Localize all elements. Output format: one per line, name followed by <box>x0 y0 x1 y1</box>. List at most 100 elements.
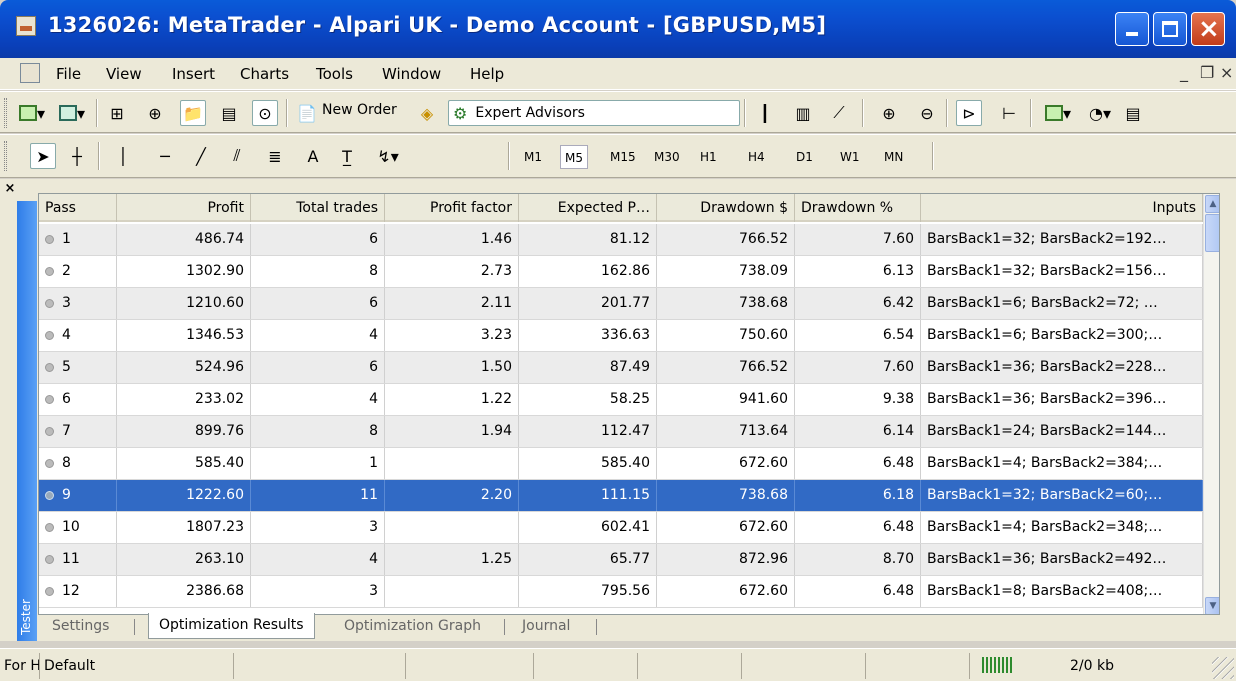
table-row[interactable]: 12 2386.68 3 795.56 672.60 6.48 BarsBack1=8; B… <box>39 576 1203 608</box>
text-button[interactable]: A <box>300 143 326 169</box>
vertical-line-button[interactable]: │ <box>110 143 136 169</box>
timeframe-h4[interactable]: H4 <box>744 145 769 169</box>
close-button[interactable]: × <box>1191 12 1225 46</box>
table-row[interactable]: 2 1302.90 8 2.73 162.86 738.09 6.13 BarsBack1=3… <box>39 256 1203 288</box>
table-row[interactable]: 1 486.74 6 1.46 81.12 766.52 7.60 BarsBack1=32;… <box>39 224 1203 256</box>
tab-journal[interactable]: Journal <box>512 615 580 639</box>
timeframe-w1[interactable]: W1 <box>836 145 864 169</box>
crosshair-button[interactable]: ┼ <box>64 143 90 169</box>
expert-advisors-button[interactable]: ⚙ Expert Advisors <box>448 100 740 126</box>
new-order-icon-button[interactable]: 📄 <box>294 100 320 126</box>
menu-bar: File View Insert Charts Tools Window Hel… <box>0 58 1236 90</box>
pass-number: 11 <box>62 551 80 567</box>
terminal-button[interactable]: ▤ <box>216 100 242 126</box>
timeframe-m30[interactable]: M30 <box>650 145 684 169</box>
toolbar-grip[interactable] <box>4 141 7 171</box>
tab-optimization-results[interactable]: Optimization Results <box>148 613 315 639</box>
title-bar[interactable]: 1326026: MetaTrader - Alpari UK - Demo A… <box>0 0 1236 58</box>
timeframe-h1[interactable]: H1 <box>696 145 721 169</box>
column-header-expected-payoff[interactable]: Expected P… <box>519 194 657 222</box>
line-chart-button[interactable]: ⟋ <box>826 100 852 126</box>
fibonacci-icon: ≣ <box>268 146 282 166</box>
navigator-button[interactable]: 📁 <box>180 100 206 126</box>
fibonacci-button[interactable]: ≣ <box>262 143 288 169</box>
maximize-button[interactable] <box>1153 12 1187 46</box>
data-window-button[interactable]: ⊕ <box>142 100 168 126</box>
menu-file[interactable]: File <box>56 65 81 83</box>
table-row[interactable]: 10 1807.23 3 602.41 672.60 6.48 BarsBack1=4; B… <box>39 512 1203 544</box>
channel-icon: ⫽ <box>233 146 241 165</box>
minimize-button[interactable] <box>1115 12 1149 46</box>
table-row[interactable]: 7 899.76 8 1.94 112.47 713.64 6.14 BarsBack1=24… <box>39 416 1203 448</box>
cell-expected-payoff: 65.77 <box>519 544 657 575</box>
table-row[interactable]: 8 585.40 1 585.40 672.60 6.48 BarsBack1=4; Bar… <box>39 448 1203 480</box>
table-row[interactable]: 5 524.96 6 1.50 87.49 766.52 7.60 BarsBack1=36;… <box>39 352 1203 384</box>
pass-number: 9 <box>62 487 71 503</box>
indicators-button[interactable]: ▾ <box>1040 100 1076 126</box>
menu-view[interactable]: View <box>106 65 142 83</box>
tester-side-tab[interactable]: Tester <box>17 201 37 641</box>
column-header-inputs[interactable]: Inputs <box>921 194 1203 222</box>
column-header-drawdown-usd[interactable]: Drawdown $ <box>657 194 795 222</box>
zoom-out-button[interactable]: ⊖ <box>914 100 940 126</box>
timeframe-m15[interactable]: M15 <box>606 145 640 169</box>
menu-charts[interactable]: Charts <box>240 65 289 83</box>
cell-drawdown-usd: 738.09 <box>657 256 795 287</box>
table-row[interactable]: 6 233.02 4 1.22 58.25 941.60 9.38 BarsBack1=36;… <box>39 384 1203 416</box>
zoom-in-button[interactable]: ⊕ <box>876 100 902 126</box>
toolbar-grip[interactable] <box>4 98 7 128</box>
equidistant-channel-button[interactable]: ⫽ <box>224 143 250 169</box>
column-header-profit[interactable]: Profit <box>117 194 251 222</box>
table-row[interactable]: 11 263.10 4 1.25 65.77 872.96 8.70 BarsBack1=36… <box>39 544 1203 576</box>
profiles-button[interactable]: ▾ <box>54 100 90 126</box>
cell-profit: 233.02 <box>117 384 251 415</box>
scroll-up-icon[interactable]: ▲ <box>1205 195 1219 213</box>
candlestick-button[interactable]: ▥ <box>790 100 816 126</box>
auto-scroll-button[interactable]: ⊳ <box>956 100 982 126</box>
strategy-tester-button[interactable]: ⊙ <box>252 100 278 126</box>
table-row[interactable]: 9 1222.60 11 2.20 111.15 738.68 6.18 BarsBack1=… <box>39 480 1203 512</box>
periodicity-button[interactable]: ◔ ▾ <box>1082 100 1118 126</box>
menu-tools[interactable]: Tools <box>316 65 353 83</box>
column-header-profit-factor[interactable]: Profit factor <box>385 194 519 222</box>
menu-insert[interactable]: Insert <box>172 65 215 83</box>
new-chart-button[interactable]: ▾ <box>14 100 50 126</box>
templates-button[interactable]: ▤ <box>1120 100 1146 126</box>
column-header-total-trades[interactable]: Total trades <box>251 194 385 222</box>
column-header-drawdown-pct[interactable]: Drawdown % <box>795 194 921 222</box>
tab-optimization-graph[interactable]: Optimization Graph <box>334 615 491 639</box>
table-row[interactable]: 3 1210.60 6 2.11 201.77 738.68 6.42 BarsBack1=6… <box>39 288 1203 320</box>
metaeditor-button[interactable]: ◈ <box>414 100 440 126</box>
panel-close-icon[interactable]: × <box>2 181 18 197</box>
resize-grip-icon[interactable] <box>1212 657 1234 679</box>
vertical-scrollbar[interactable]: ▲ ▼ <box>1203 194 1219 614</box>
market-watch-button[interactable]: ⊞ <box>104 100 130 126</box>
menu-help[interactable]: Help <box>470 65 504 83</box>
cell-pass: 1 <box>39 224 117 255</box>
scroll-thumb[interactable] <box>1205 214 1219 252</box>
timeframe-m5[interactable]: M5 <box>560 145 588 169</box>
document-icon[interactable] <box>20 63 40 83</box>
new-order-button[interactable]: New Order <box>322 102 397 118</box>
timeframe-mn[interactable]: MN <box>880 145 907 169</box>
profiles-icon <box>58 105 77 121</box>
table-row[interactable]: 4 1346.53 4 3.23 336.63 750.60 6.54 BarsBack1=6… <box>39 320 1203 352</box>
mdi-restore-icon[interactable]: ❐ <box>1200 63 1214 82</box>
trendline-button[interactable]: ╱ <box>188 143 214 169</box>
cursor-button[interactable]: ➤ <box>30 143 56 169</box>
timeframe-m1[interactable]: M1 <box>520 145 546 169</box>
tab-settings[interactable]: Settings <box>42 615 119 639</box>
cell-drawdown-pct: 6.18 <box>795 480 921 511</box>
arrows-button[interactable]: ↯ ▾ <box>370 143 406 169</box>
timeframe-d1[interactable]: D1 <box>792 145 817 169</box>
mdi-close-icon[interactable]: × <box>1220 63 1233 82</box>
horizontal-line-button[interactable]: ─ <box>152 143 178 169</box>
chart-shift-button[interactable]: ⊢ <box>996 100 1022 126</box>
scroll-down-icon[interactable]: ▼ <box>1205 597 1219 614</box>
column-header-pass[interactable]: Pass <box>39 194 117 222</box>
bar-chart-button[interactable]: ┃ <box>752 100 778 126</box>
mdi-minimize-icon[interactable]: _ <box>1180 63 1188 82</box>
menu-window[interactable]: Window <box>382 65 441 83</box>
text-label-button[interactable]: T̲ <box>334 143 360 169</box>
pass-status-icon <box>45 394 54 404</box>
